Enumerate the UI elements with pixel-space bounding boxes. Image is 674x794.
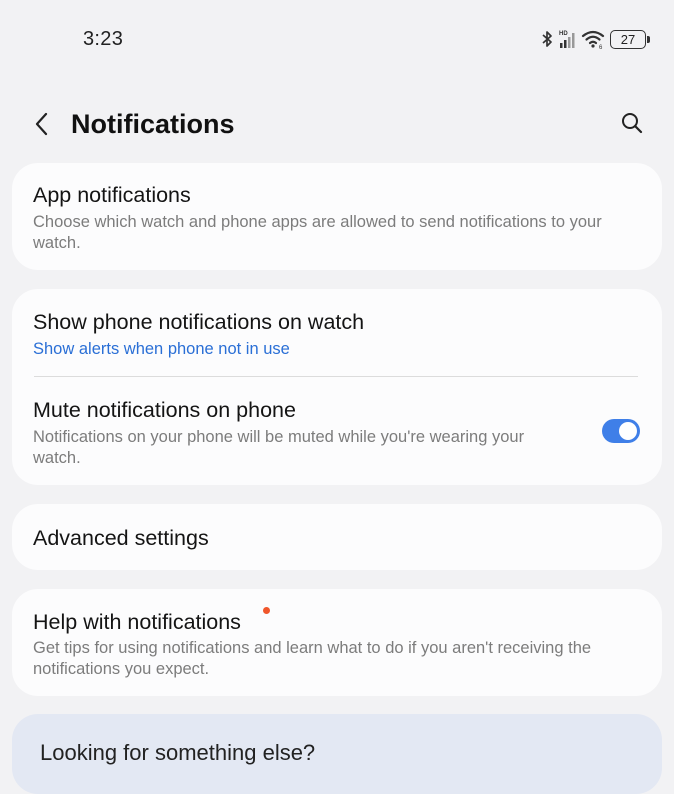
help-row[interactable]: Help with notifications Get tips for usi… — [12, 589, 662, 696]
status-bar: 3:23 HD 6 27 — [0, 0, 674, 78]
wifi-icon: 6 — [581, 29, 605, 49]
advanced-settings-card: Advanced settings — [12, 504, 662, 570]
help-card: Help with notifications Get tips for usi… — [12, 589, 662, 696]
advanced-settings-row[interactable]: Advanced settings — [12, 504, 662, 570]
search-icon — [620, 111, 644, 140]
svg-text:HD: HD — [559, 31, 568, 37]
advanced-settings-title: Advanced settings — [33, 526, 209, 550]
bluetooth-icon — [541, 30, 553, 48]
help-title: Help with notifications — [33, 610, 241, 634]
signal-hd-icon: HD — [558, 29, 576, 49]
app-notifications-title: App notifications — [33, 183, 191, 207]
looking-for-card: Looking for something else? — [12, 714, 662, 794]
header: Notifications — [0, 98, 674, 154]
help-subtitle: Get tips for using notifications and lea… — [33, 639, 592, 678]
mute-notifications-toggle[interactable] — [602, 419, 640, 443]
mute-notifications-row[interactable]: Mute notifications on phone Notification… — [12, 377, 662, 485]
app-notifications-card: App notifications Choose which watch and… — [12, 163, 662, 270]
show-phone-notifications-subtitle: Show alerts when phone not in use — [33, 340, 290, 358]
status-icons: HD 6 27 — [541, 28, 650, 50]
battery-level: 27 — [620, 31, 636, 47]
search-button[interactable] — [614, 107, 650, 143]
new-badge-dot — [263, 607, 270, 614]
looking-for-title: Looking for something else? — [40, 740, 316, 765]
app-notifications-subtitle: Choose which watch and phone apps are al… — [33, 213, 602, 252]
app-notifications-row[interactable]: App notifications Choose which watch and… — [12, 163, 662, 270]
svg-text:6: 6 — [599, 45, 603, 49]
back-button[interactable] — [24, 108, 60, 144]
phone-notifications-card: Show phone notifications on watch Show a… — [12, 289, 662, 485]
mute-notifications-subtitle: Notifications on your phone will be mute… — [33, 428, 525, 467]
status-time: 3:23 — [83, 28, 124, 50]
toggle-knob — [619, 422, 637, 440]
chevron-left-icon — [34, 111, 50, 142]
mute-notifications-title: Mute notifications on phone — [33, 398, 296, 422]
page-title: Notifications — [71, 109, 235, 139]
show-phone-notifications-title: Show phone notifications on watch — [33, 310, 365, 334]
show-phone-notifications-row[interactable]: Show phone notifications on watch Show a… — [12, 289, 662, 376]
battery-icon: 27 — [610, 29, 650, 49]
